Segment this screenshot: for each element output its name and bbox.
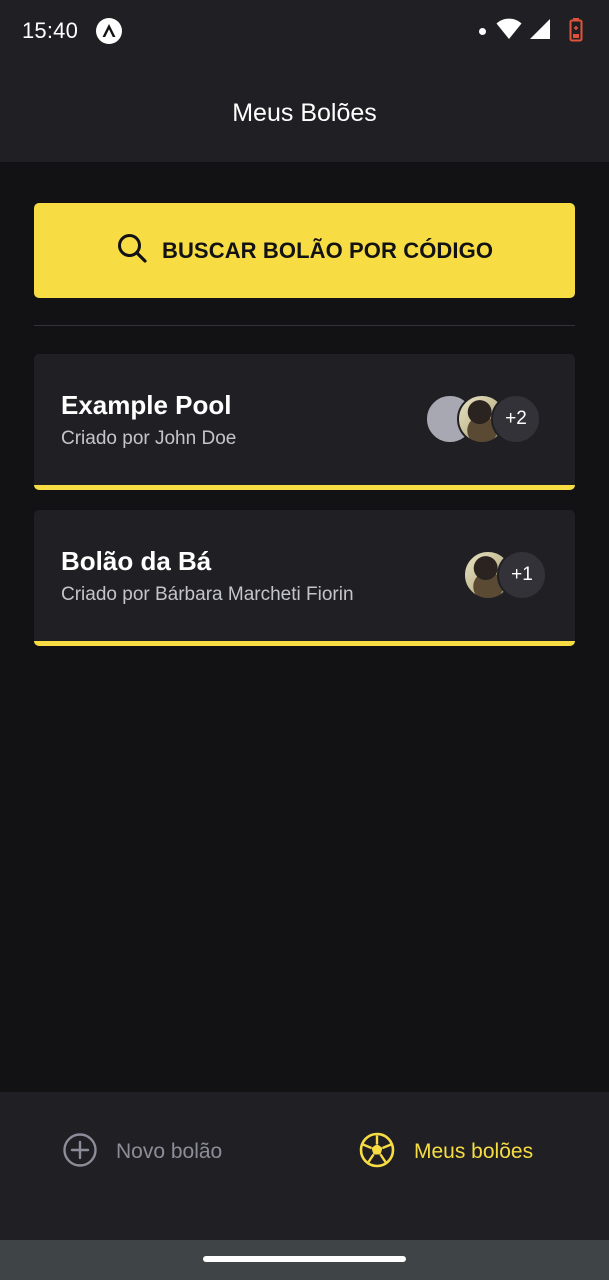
- pool-card[interactable]: Bolão da Bá Criado por Bárbara Marcheti …: [34, 510, 575, 646]
- notification-dot-icon: [479, 28, 486, 35]
- extra-participants-count: +2: [491, 394, 541, 444]
- tab-new-pool[interactable]: Novo bolão: [62, 1130, 222, 1174]
- app-header: Meus Bolões: [0, 64, 609, 162]
- soccer-ball-icon: [358, 1131, 396, 1174]
- pool-card[interactable]: Example Pool Criado por John Doe +2: [34, 354, 575, 490]
- system-nav-bar: [0, 1240, 609, 1280]
- tab-label: Meus bolões: [414, 1140, 534, 1163]
- plus-circle-icon: [62, 1132, 98, 1173]
- home-indicator[interactable]: [203, 1256, 406, 1262]
- search-button-label: BUSCAR BOLÃO POR CÓDIGO: [161, 237, 494, 263]
- bottom-tab-bar: Novo bolão Meus bolões: [0, 1092, 609, 1240]
- participants-avatars: +2: [425, 394, 547, 444]
- tab-my-pools[interactable]: Meus bolões: [358, 1130, 533, 1174]
- pool-title: Bolão da Bá: [61, 546, 212, 576]
- page-title: Meus Bolões: [232, 98, 377, 127]
- participants-avatars: +1: [463, 550, 547, 600]
- extra-participants-count: +1: [497, 550, 547, 600]
- expo-app-icon: [96, 18, 122, 44]
- status-time: 15:40: [22, 18, 79, 43]
- status-bar: 15:40: [0, 0, 609, 64]
- search-icon: [116, 232, 148, 269]
- tab-label: Novo bolão: [116, 1140, 223, 1163]
- cell-signal-icon: [529, 18, 551, 45]
- pool-owner: Criado por John Doe: [61, 428, 237, 449]
- pool-title: Example Pool: [61, 390, 232, 420]
- divider: [34, 325, 575, 326]
- wifi-icon: [496, 18, 522, 45]
- pool-owner: Criado por Bárbara Marcheti Fiorin: [61, 584, 354, 605]
- search-pool-by-code-button[interactable]: BUSCAR BOLÃO POR CÓDIGO: [34, 203, 575, 298]
- battery-low-icon: [569, 18, 583, 47]
